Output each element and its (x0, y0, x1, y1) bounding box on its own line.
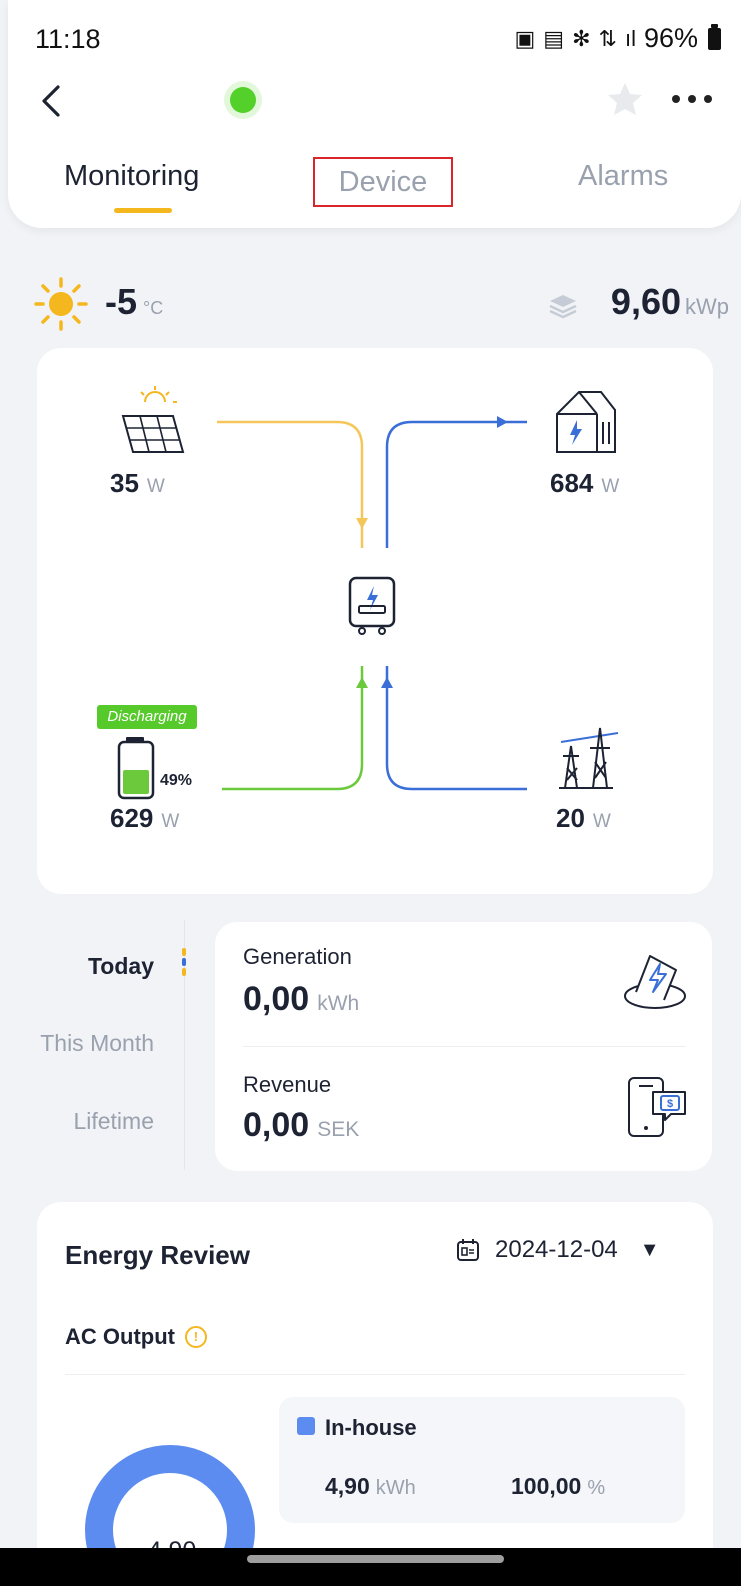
battery-percent: 96% (643, 23, 698, 53)
gesture-navigation-bar (0, 1548, 741, 1586)
capacity-unit: kWp (685, 294, 729, 319)
grid-power: 20 W (556, 803, 611, 833)
bluetooth-icon: ✻ (572, 25, 591, 51)
period-selector: Today This Month Lifetime (0, 925, 190, 1170)
info-icon[interactable]: ! (184, 1326, 207, 1348)
caret-down-icon: ▼ (639, 1238, 660, 1261)
date-value: 2024-12-04 (495, 1236, 618, 1263)
online-status-dot (230, 87, 256, 113)
date-picker[interactable]: 2024-12-04 ▼ (455, 1236, 660, 1264)
sun-icon (34, 277, 88, 331)
battery-icon (117, 737, 155, 800)
status-time: 11:18 (35, 24, 101, 54)
home-flow-line (385, 420, 527, 548)
legend-energy: 4,90 kWh (325, 1473, 416, 1499)
more-options-icon[interactable] (672, 95, 712, 103)
grid-tower-icon (559, 727, 619, 789)
calendar-icon (457, 1239, 479, 1261)
stats-card: Generation 0,00 kWh Revenue 0,00 SEK $ (215, 922, 712, 1171)
period-active-indicator (181, 946, 187, 980)
legend-percent: 100,00% (511, 1473, 606, 1499)
legend-swatch (297, 1417, 315, 1435)
solar-panel-icon (121, 386, 185, 453)
status-bar: 11:18 ▣ ▤ ✻ ⇅ ıl 96% (0, 0, 741, 80)
pv-power: 35 W (110, 468, 165, 498)
legend-box: In-house 4,90 kWh 100,00% (279, 1397, 685, 1523)
generation-value: 0,00 kWh (243, 980, 360, 1018)
battery-status-badge: Discharging (97, 705, 197, 729)
temperature: -5 °C (105, 281, 164, 322)
grid-flow-arrow (381, 677, 393, 688)
pv-flow-arrow (356, 518, 368, 529)
battery-flow-line (222, 666, 364, 791)
tab-alarms[interactable]: Alarms (578, 160, 668, 193)
home-gesture-handle[interactable] (247, 1555, 504, 1563)
signal-icon: ıl (624, 25, 636, 51)
sim-icon: ▣ (514, 25, 536, 51)
energy-review-title: Energy Review (65, 1240, 250, 1270)
review-separator (65, 1374, 685, 1375)
revenue-label: Revenue (243, 1072, 332, 1097)
tab-device[interactable]: Device (313, 157, 453, 207)
home-flow-arrow (497, 416, 508, 428)
energy-flow-card: 35 W 684 W Discharging 49% 629 W 20 W (37, 348, 713, 894)
pv-flow-line (217, 420, 364, 548)
battery-flow-arrow (356, 677, 368, 688)
5g-icon: ⇅ (598, 25, 617, 51)
battery-power: 629 W (110, 803, 180, 833)
period-this-month[interactable]: This Month (40, 1030, 154, 1057)
period-lifetime[interactable]: Lifetime (73, 1108, 154, 1135)
svg-text:$: $ (667, 1098, 673, 1110)
revenue-value: 0,00 SEK (243, 1106, 360, 1144)
legend-name: In-house (325, 1415, 417, 1440)
weather-row: -5 °C 9,60 kWp (0, 275, 741, 335)
status-icons: ▣ ▤ ✻ ⇅ ıl 96% (514, 23, 721, 54)
back-arrow-icon[interactable] (32, 81, 72, 121)
revenue-phone-icon: $ (628, 1077, 686, 1137)
house-icon (556, 391, 616, 453)
notification-icon: ▤ (543, 25, 565, 51)
grid-flow-line (385, 666, 527, 791)
stats-separator (243, 1046, 686, 1047)
tab-bar: Monitoring Device Alarms (0, 157, 741, 220)
generation-icon (624, 955, 686, 1009)
home-power: 684 W (550, 468, 620, 498)
tab-monitoring[interactable]: Monitoring (64, 160, 199, 193)
battery-soc: 49% (160, 772, 193, 789)
installed-capacity: 9,60 kWp (610, 281, 729, 322)
temperature-unit: °C (143, 298, 164, 318)
battery-icon (708, 23, 721, 50)
favorite-star-icon[interactable] (605, 79, 645, 119)
inverter-icon (348, 576, 396, 635)
energy-review-card: Energy Review 2024-12-04 ▼ AC Output ! 4… (37, 1202, 713, 1586)
capacity-layers-icon (549, 295, 577, 319)
nav-bar (0, 75, 741, 125)
period-today[interactable]: Today (88, 953, 154, 980)
generation-label: Generation (243, 944, 352, 969)
ac-output-label: AC Output ! (65, 1324, 207, 1350)
active-tab-indicator (114, 208, 172, 213)
